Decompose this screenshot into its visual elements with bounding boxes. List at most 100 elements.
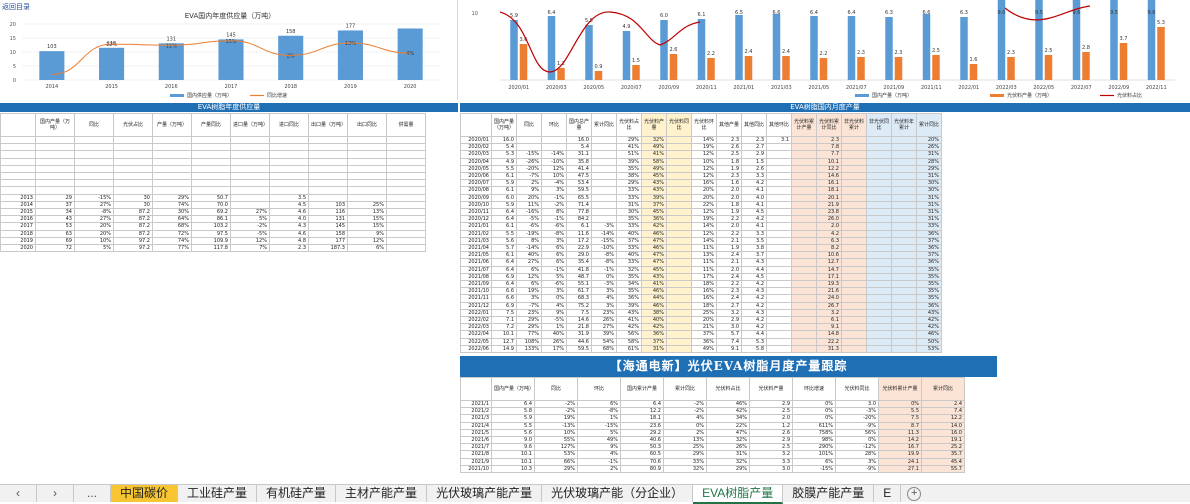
- table-cell[interactable]: 2.4: [717, 273, 742, 280]
- row-date-cell[interactable]: 2021/11: [461, 295, 492, 302]
- table-cell[interactable]: 6.9: [492, 273, 517, 280]
- empty-cell[interactable]: [75, 144, 114, 151]
- table-cell[interactable]: -16%: [517, 209, 542, 216]
- table-cell[interactable]: 32%: [707, 458, 750, 465]
- table-cell[interactable]: [842, 216, 867, 223]
- table-cell[interactable]: -8%: [578, 408, 621, 415]
- table-cell[interactable]: [867, 324, 892, 331]
- empty-cell[interactable]: [192, 137, 231, 144]
- table-cell[interactable]: 35%: [917, 295, 942, 302]
- table-cell[interactable]: 4.2: [742, 324, 767, 331]
- table-cell[interactable]: -1%: [542, 266, 567, 273]
- table-cell[interactable]: [667, 259, 692, 266]
- table-cell[interactable]: [867, 223, 892, 230]
- empty-cell[interactable]: [36, 187, 75, 194]
- table-cell[interactable]: 46%: [642, 302, 667, 309]
- empty-cell[interactable]: [387, 144, 426, 151]
- table-cell[interactable]: 10%: [535, 429, 578, 436]
- empty-cell[interactable]: [114, 180, 153, 187]
- empty-cell[interactable]: [192, 173, 231, 180]
- table-cell[interactable]: 2.0: [717, 266, 742, 273]
- empty-cell[interactable]: [75, 187, 114, 194]
- table-cell[interactable]: [867, 309, 892, 316]
- table-cell[interactable]: [792, 331, 817, 338]
- table-cell[interactable]: [842, 151, 867, 158]
- table-cell[interactable]: 20%: [75, 230, 114, 237]
- empty-cell[interactable]: [387, 151, 426, 158]
- table-cell[interactable]: [842, 209, 867, 216]
- row-date-cell[interactable]: 2021/04: [461, 245, 492, 252]
- table-cell[interactable]: 41%: [642, 151, 667, 158]
- table-cell[interactable]: [792, 273, 817, 280]
- table-cell[interactable]: [792, 158, 817, 165]
- table-cell[interactable]: [667, 194, 692, 201]
- table-cell[interactable]: 8.2: [817, 245, 842, 252]
- table-cell[interactable]: 36%: [917, 230, 942, 237]
- table-cell[interactable]: 43%: [642, 273, 667, 280]
- table-cell[interactable]: 6.1: [567, 223, 592, 230]
- table-cell[interactable]: 37: [36, 201, 75, 208]
- table-cell[interactable]: 9%: [542, 309, 567, 316]
- table-cell[interactable]: 18%: [692, 281, 717, 288]
- table-cell[interactable]: 59.5: [567, 345, 592, 352]
- table-cell[interactable]: [592, 209, 617, 216]
- empty-cell[interactable]: [75, 137, 114, 144]
- table-cell[interactable]: [792, 173, 817, 180]
- empty-cell[interactable]: [231, 173, 270, 180]
- table-cell[interactable]: 30%: [617, 209, 642, 216]
- table-cell[interactable]: 56%: [836, 429, 879, 436]
- table-cell[interactable]: 6%: [348, 245, 387, 252]
- table-cell[interactable]: 2.9: [717, 317, 742, 324]
- row-date-cell[interactable]: 2019: [1, 237, 36, 244]
- table-cell[interactable]: 6%: [542, 245, 567, 252]
- table-cell[interactable]: [892, 237, 917, 244]
- table-cell[interactable]: 3.3: [742, 173, 767, 180]
- table-cell[interactable]: [667, 180, 692, 187]
- table-cell[interactable]: 26.0: [817, 216, 842, 223]
- table-cell[interactable]: -12%: [836, 444, 879, 451]
- table-cell[interactable]: -4%: [542, 180, 567, 187]
- table-cell[interactable]: 6%: [517, 266, 542, 273]
- table-cell[interactable]: 87.2: [114, 216, 153, 223]
- table-cell[interactable]: 84.2: [567, 216, 592, 223]
- row-date-cell[interactable]: 2021/6: [461, 437, 492, 444]
- table-cell[interactable]: 8%: [517, 237, 542, 244]
- table-cell[interactable]: 39%: [617, 302, 642, 309]
- table-cell[interactable]: 5.5: [879, 408, 922, 415]
- table-cell[interactable]: [842, 309, 867, 316]
- table-cell[interactable]: 4.9: [492, 158, 517, 165]
- table-cell[interactable]: [767, 324, 792, 331]
- table-cell[interactable]: 80.9: [621, 465, 664, 472]
- empty-cell[interactable]: [231, 165, 270, 172]
- empty-cell[interactable]: [153, 144, 192, 151]
- table-cell[interactable]: 5%: [578, 429, 621, 436]
- table-cell[interactable]: -19%: [517, 230, 542, 237]
- row-date-cell[interactable]: 2020/05: [461, 165, 492, 172]
- empty-cell[interactable]: [36, 137, 75, 144]
- empty-cell[interactable]: [387, 165, 426, 172]
- table-cell[interactable]: [592, 180, 617, 187]
- table-cell[interactable]: 11%: [692, 259, 717, 266]
- table-cell[interactable]: 5.6: [492, 429, 535, 436]
- table-cell[interactable]: 9.1: [817, 324, 842, 331]
- table-cell[interactable]: 13%: [664, 437, 707, 444]
- empty-cell[interactable]: [36, 180, 75, 187]
- table-cell[interactable]: 46%: [642, 230, 667, 237]
- empty-cell[interactable]: [114, 165, 153, 172]
- table-cell[interactable]: 29%: [664, 451, 707, 458]
- table-cell[interactable]: [792, 209, 817, 216]
- table-cell[interactable]: -8%: [75, 209, 114, 216]
- table-cell[interactable]: 5%: [231, 216, 270, 223]
- table-cell[interactable]: 2%: [578, 465, 621, 472]
- table-cell[interactable]: [667, 158, 692, 165]
- table-cell[interactable]: [867, 331, 892, 338]
- table-cell[interactable]: [842, 137, 867, 144]
- table-cell[interactable]: 41.4: [567, 165, 592, 172]
- table-cell[interactable]: 31%: [917, 151, 942, 158]
- table-cell[interactable]: 7.8: [817, 144, 842, 151]
- table-cell[interactable]: -9%: [836, 422, 879, 429]
- table-cell[interactable]: 2.6: [717, 144, 742, 151]
- table-cell[interactable]: 2.7: [717, 302, 742, 309]
- table-cell[interactable]: [867, 338, 892, 345]
- table-cell[interactable]: [517, 144, 542, 151]
